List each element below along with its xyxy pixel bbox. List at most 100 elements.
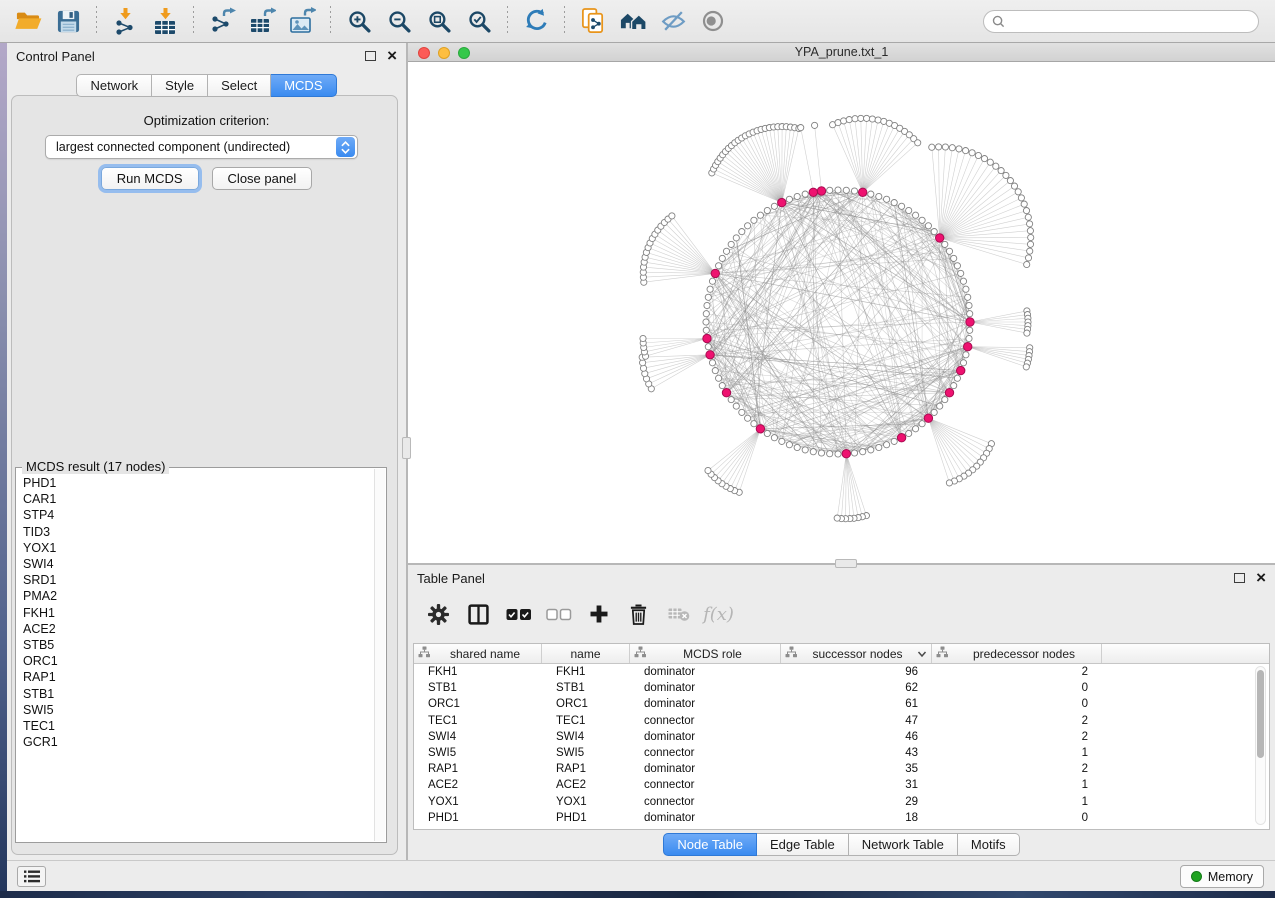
mcds-result-item[interactable]: ORC1 <box>16 653 373 669</box>
mcds-hub-node[interactable] <box>966 318 974 326</box>
leaf-node[interactable] <box>998 168 1004 174</box>
export-table-icon[interactable] <box>245 3 279 39</box>
leaf-node[interactable] <box>1025 255 1031 261</box>
mcds-hub-node[interactable] <box>809 188 817 196</box>
leaf-node[interactable] <box>915 140 921 146</box>
export-image-icon[interactable] <box>285 3 319 39</box>
mcds-hub-node[interactable] <box>722 389 730 397</box>
mcds-result-item[interactable]: SRD1 <box>16 572 373 588</box>
ring-node[interactable] <box>786 196 792 202</box>
ring-node[interactable] <box>705 344 711 350</box>
optimization-select[interactable]: largest connected component (undirected) <box>45 135 358 159</box>
network-canvas[interactable] <box>408 62 1275 563</box>
column-header-mcds-role[interactable]: MCDS role <box>630 644 781 663</box>
ring-node[interactable] <box>794 444 800 450</box>
network-from-file-icon[interactable] <box>576 3 610 39</box>
ring-node[interactable] <box>723 248 729 254</box>
table-row[interactable]: TEC1TEC1connector472 <box>414 713 1269 729</box>
close-window-icon[interactable] <box>418 47 430 59</box>
leaf-node[interactable] <box>1015 189 1021 195</box>
table-row[interactable]: SWI4SWI4dominator462 <box>414 729 1269 745</box>
memory-button[interactable]: Memory <box>1180 865 1264 888</box>
mcds-hub-node[interactable] <box>957 366 965 374</box>
ring-node[interactable] <box>719 383 725 389</box>
table-row[interactable]: SWI5SWI5connector431 <box>414 745 1269 761</box>
leaf-node[interactable] <box>963 148 969 154</box>
ring-node[interactable] <box>733 403 739 409</box>
leaf-node[interactable] <box>858 115 864 121</box>
mcds-hub-node[interactable] <box>924 414 932 422</box>
leaf-node[interactable] <box>1023 364 1029 370</box>
run-mcds-button[interactable]: Run MCDS <box>101 167 199 190</box>
leaf-node[interactable] <box>640 335 646 341</box>
ring-node[interactable] <box>937 403 943 409</box>
leaf-node[interactable] <box>956 146 962 152</box>
ring-node[interactable] <box>716 263 722 269</box>
mcds-result-item[interactable]: ACE2 <box>16 621 373 637</box>
float-panel-icon[interactable] <box>1234 573 1245 583</box>
zoom-fit-icon[interactable] <box>422 3 456 39</box>
gear-icon[interactable] <box>425 601 452 628</box>
ring-node[interactable] <box>951 383 957 389</box>
ring-node[interactable] <box>703 319 709 325</box>
leaf-node[interactable] <box>975 152 981 158</box>
ring-node[interactable] <box>919 421 925 427</box>
mcds-result-item[interactable]: GCR1 <box>16 734 373 750</box>
ring-node[interactable] <box>876 444 882 450</box>
ring-node[interactable] <box>786 442 792 448</box>
mcds-result-item[interactable]: STB5 <box>16 637 373 653</box>
ring-node[interactable] <box>728 397 734 403</box>
ring-node[interactable] <box>835 451 841 457</box>
ring-node[interactable] <box>913 212 919 218</box>
leaf-node[interactable] <box>798 125 804 131</box>
ring-node[interactable] <box>802 447 808 453</box>
ring-node[interactable] <box>771 203 777 209</box>
ring-node[interactable] <box>963 286 969 292</box>
leaf-node[interactable] <box>1027 228 1033 234</box>
mcds-result-item[interactable]: STB1 <box>16 686 373 702</box>
table-row[interactable]: STB1STB1dominator620 <box>414 680 1269 696</box>
ring-node[interactable] <box>891 200 897 206</box>
ring-node[interactable] <box>967 311 973 317</box>
table-row[interactable]: YOX1YOX1connector291 <box>414 794 1269 810</box>
ring-node[interactable] <box>745 223 751 229</box>
mcds-result-item[interactable]: PHD1 <box>16 475 373 491</box>
ring-node[interactable] <box>728 241 734 247</box>
table-scrollbar[interactable] <box>1255 666 1266 825</box>
leaf-node[interactable] <box>869 116 875 122</box>
leaf-node[interactable] <box>993 163 999 169</box>
mcds-result-item[interactable]: SWI5 <box>16 702 373 718</box>
float-panel-icon[interactable] <box>365 51 376 61</box>
leaf-node[interactable] <box>1003 172 1009 178</box>
zoom-out-icon[interactable] <box>382 3 416 39</box>
leaf-node[interactable] <box>987 159 993 165</box>
ring-node[interactable] <box>716 375 722 381</box>
ring-node[interactable] <box>709 278 715 284</box>
ring-node[interactable] <box>925 223 931 229</box>
tab-select[interactable]: Select <box>208 74 271 97</box>
ring-node[interactable] <box>739 229 745 235</box>
close-panel-icon[interactable]: × <box>1256 572 1266 584</box>
table-row[interactable]: FKH1FKH1dominator962 <box>414 664 1269 680</box>
mcds-hub-node[interactable] <box>706 351 714 359</box>
ring-node[interactable] <box>913 426 919 432</box>
table-scrollbar-thumb[interactable] <box>1257 670 1264 758</box>
close-panel-icon[interactable]: × <box>387 50 397 62</box>
ring-node[interactable] <box>827 451 833 457</box>
zoom-selected-icon[interactable] <box>462 3 496 39</box>
ring-node[interactable] <box>764 207 770 213</box>
leaf-node[interactable] <box>969 150 975 156</box>
ring-node[interactable] <box>954 263 960 269</box>
mcds-hub-node[interactable] <box>817 187 825 195</box>
leaf-node[interactable] <box>981 156 987 162</box>
ring-node[interactable] <box>707 286 713 292</box>
tab-network[interactable]: Network <box>76 74 152 97</box>
horizontal-splitter-handle[interactable] <box>835 559 857 568</box>
vertical-splitter-handle[interactable] <box>402 437 411 459</box>
export-network-icon[interactable] <box>205 3 239 39</box>
ring-node[interactable] <box>951 255 957 261</box>
ring-node[interactable] <box>942 397 948 403</box>
ring-node[interactable] <box>931 229 937 235</box>
ring-node[interactable] <box>851 188 857 194</box>
show-graphics-details-icon[interactable] <box>696 3 730 39</box>
